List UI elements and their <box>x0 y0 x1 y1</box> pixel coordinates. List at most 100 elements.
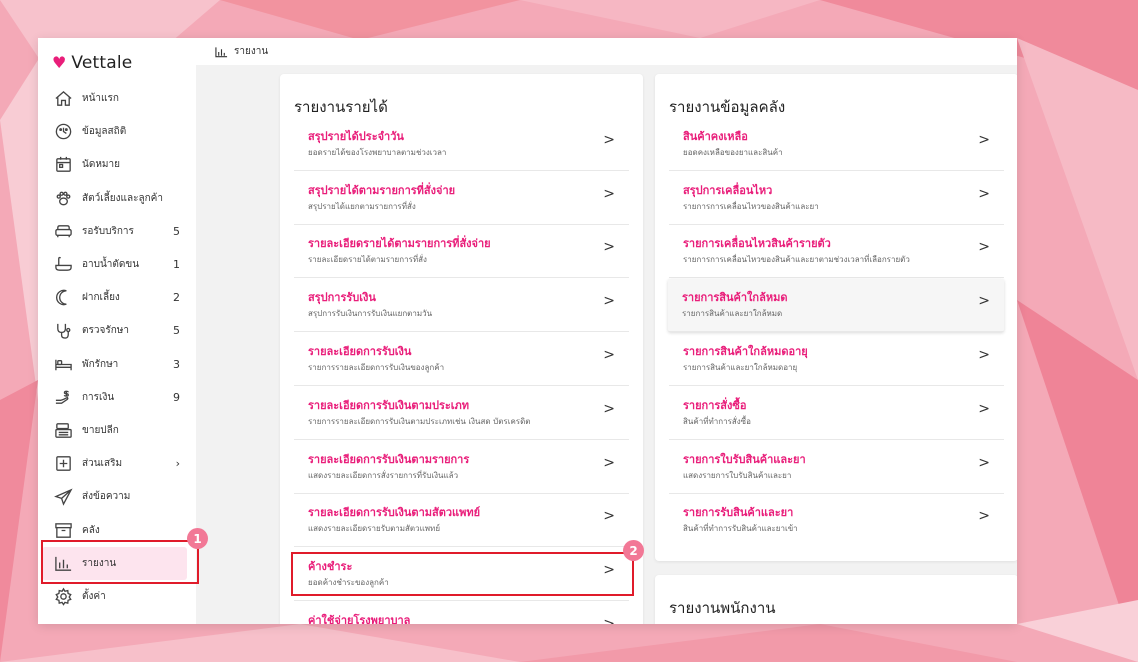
chevron-right-icon: > <box>603 132 615 148</box>
sidebar-item-label: สัตว์เลี้ยงและลูกค้า <box>82 192 163 204</box>
chevron-right-icon: > <box>603 616 615 624</box>
bar-chart-icon <box>53 553 73 573</box>
row-subtitle: ยอดรายได้ของโรงพยาบาลตามช่วงเวลา <box>308 148 447 157</box>
row-title: รายการสินค้าใกล้หมดอายุ <box>683 345 808 358</box>
report-row-payment-by-type[interactable]: รายละเอียดการรับเงินตามประเภท รายการรายล… <box>294 387 629 440</box>
card-title: รายงานพนักงาน <box>669 599 776 617</box>
report-row-purchase-orders[interactable]: รายการสั่งซื้อ สินค้าที่ทำการสั่งซื้อ > <box>669 387 1004 440</box>
sidebar-item-label: ตรวจรักษา <box>82 325 129 337</box>
row-title: รายการสินค้าใกล้หมด <box>682 291 788 304</box>
chevron-right-icon: > <box>603 562 615 578</box>
report-row-stock-balance[interactable]: สินค้าคงเหลือ ยอดคงเหลือของยาและสินค้า > <box>669 118 1004 171</box>
count-badge: 5 <box>173 324 180 338</box>
send-icon <box>53 487 73 507</box>
chevron-right-icon: > <box>978 455 990 471</box>
chevron-right-icon: > <box>978 293 990 309</box>
chevron-right-icon: > <box>978 239 990 255</box>
report-row-item-movement[interactable]: รายการเคลื่อนไหวสินค้ารายตัว รายการการเค… <box>669 225 1004 278</box>
sidebar-item-pets-customers[interactable]: สัตว์เลี้ยงและลูกค้า <box>38 182 196 215</box>
row-title: รายการสั่งซื้อ <box>683 399 747 412</box>
plus-box-icon <box>53 454 73 474</box>
sidebar-item-label: ตั้งค่า <box>82 590 106 602</box>
report-row-movement-summary[interactable]: สรุปการเคลื่อนไหว รายการการเคลื่อนไหวของ… <box>669 172 1004 225</box>
home-icon <box>53 89 73 109</box>
report-row-goods-received[interactable]: รายการรับสินค้าและยา สินค้าที่ทำการรับสิ… <box>669 494 1004 547</box>
sidebar-item-appointments[interactable]: นัดหมาย <box>38 148 196 181</box>
row-subtitle: รายการการเคลื่อนไหวของสินค้าและยา <box>683 202 819 211</box>
chevron-right-icon: > <box>978 347 990 363</box>
sidebar-item-inpatient[interactable]: พักรักษา 3 <box>38 348 196 381</box>
bar-chart-icon <box>215 46 228 57</box>
calendar-icon <box>53 155 73 175</box>
chevron-right-icon: › <box>175 457 180 471</box>
sidebar-item-grooming[interactable]: อาบน้ำตัดขน 1 <box>38 248 196 281</box>
sidebar-item-home[interactable]: หน้าแรก <box>38 82 196 115</box>
report-row-receipts[interactable]: รายการใบรับสินค้าและยา แสดงรายการใบรับสิ… <box>669 441 1004 494</box>
row-title: สรุปการรับเงิน <box>308 291 376 304</box>
chevron-right-icon: > <box>603 347 615 363</box>
card-title: รายงานข้อมูลคลัง <box>669 98 786 116</box>
row-subtitle: สินค้าที่ทำการรับสินค้าและยาเข้า <box>683 524 798 533</box>
sofa-icon <box>53 221 73 241</box>
sidebar: ♥ Vettale หน้าแรก ข้อมูลสถิติ นัดหมาย สั… <box>38 38 196 624</box>
report-row-daily-income[interactable]: สรุปรายได้ประจำวัน ยอดรายได้ของโรงพยาบาล… <box>294 118 629 171</box>
report-row-payment-detail[interactable]: รายละเอียดการรับเงิน รายการรายละเอียดการ… <box>294 333 629 386</box>
cash-register-icon <box>53 420 73 440</box>
row-title: สรุปรายได้ตามรายการที่สั่งจ่าย <box>308 184 456 197</box>
sidebar-item-settings[interactable]: ตั้งค่า <box>38 580 196 613</box>
report-row-income-detail-by-item[interactable]: รายละเอียดรายได้ตามรายการที่สั่งจ่าย ราย… <box>294 225 629 278</box>
chevron-right-icon: > <box>603 293 615 309</box>
row-title: รายการรับสินค้าและยา <box>683 506 794 519</box>
card-title: รายงานรายได้ <box>294 98 388 116</box>
sidebar-item-label: ข้อมูลสถิติ <box>82 126 127 138</box>
sidebar-item-label: ฝากเลี้ยง <box>82 292 120 304</box>
row-subtitle: รายการรายละเอียดการรับเงินตามประเภทเช่น … <box>308 417 531 426</box>
row-subtitle: รายการสินค้าและยาใกล้หมดอายุ <box>683 363 798 372</box>
sidebar-item-boarding[interactable]: ฝากเลี้ยง 2 <box>38 281 196 314</box>
sidebar-item-addons[interactable]: ส่วนเสริม › <box>38 447 196 480</box>
report-row-hospital-expenses[interactable]: ค่าใช้จ่ายโรงพยาบาล > <box>294 602 629 624</box>
sidebar-item-finance[interactable]: การเงิน 9 <box>38 381 196 414</box>
sidebar-item-reports[interactable]: รายงาน <box>42 546 187 580</box>
sidebar-item-retail[interactable]: ขายปลีก <box>38 414 196 447</box>
report-row-low-stock[interactable]: รายการสินค้าใกล้หมด รายการสินค้าและยาใกล… <box>668 279 1004 332</box>
report-row-payment-summary[interactable]: สรุปการรับเงิน สรุปการรับเงินการรับเงินแ… <box>294 279 629 332</box>
row-title: รายละเอียดการรับเงินตามสัตวแพทย์ <box>308 506 481 519</box>
sidebar-item-label: นัดหมาย <box>82 159 120 171</box>
app-window: ♥ Vettale หน้าแรก ข้อมูลสถิติ นัดหมาย สั… <box>38 38 1017 624</box>
paw-icon <box>53 188 73 208</box>
chevron-right-icon: > <box>978 186 990 202</box>
chevron-right-icon: > <box>603 401 615 417</box>
step-badge-1: 1 <box>187 528 208 549</box>
row-subtitle: สรุปการรับเงินการรับเงินแยกตามวัน <box>308 309 433 318</box>
bed-icon <box>53 354 73 374</box>
count-badge: 3 <box>173 357 180 371</box>
sidebar-item-label: หน้าแรก <box>82 93 119 105</box>
chevron-right-icon: > <box>978 132 990 148</box>
stethoscope-icon <box>53 321 73 341</box>
report-row-near-expiry[interactable]: รายการสินค้าใกล้หมดอายุ รายการสินค้าและย… <box>669 333 1004 386</box>
sidebar-item-messages[interactable]: ส่งข้อความ <box>38 480 196 513</box>
row-title: สรุปรายได้ประจำวัน <box>308 130 404 143</box>
sidebar-nav: หน้าแรก ข้อมูลสถิติ นัดหมาย สัตว์เลี้ยงแ… <box>38 82 196 613</box>
sidebar-item-treatment[interactable]: ตรวจรักษา 5 <box>38 314 196 347</box>
sidebar-item-label: รอรับบริการ <box>82 225 134 237</box>
sidebar-item-inventory[interactable]: คลัง <box>38 513 196 546</box>
sidebar-item-waiting[interactable]: รอรับบริการ 5 <box>38 215 196 248</box>
breadcrumb: รายงาน <box>196 38 1017 65</box>
sidebar-item-label: อาบน้ำตัดขน <box>82 259 140 271</box>
logo[interactable]: ♥ Vettale <box>52 51 132 75</box>
chevron-right-icon: > <box>603 455 615 471</box>
row-title: รายละเอียดการรับเงินตามประเภท <box>308 399 470 412</box>
report-row-income-by-item[interactable]: สรุปรายได้ตามรายการที่สั่งจ่าย สรุปรายได… <box>294 172 629 225</box>
report-row-payment-by-item[interactable]: รายละเอียดการรับเงินตามรายการ แสดงรายละเ… <box>294 441 629 494</box>
sidebar-item-stats[interactable]: ข้อมูลสถิติ <box>38 115 196 148</box>
archive-icon <box>53 520 73 540</box>
row-title: สินค้าคงเหลือ <box>683 130 748 143</box>
report-row-payment-by-vet[interactable]: รายละเอียดการรับเงินตามสัตวแพทย์ แสดงราย… <box>294 494 629 547</box>
brand-name: Vettale <box>71 53 133 73</box>
report-row-outstanding[interactable]: ค้างชำระ ยอดค้างชำระของลูกค้า > <box>294 548 629 601</box>
money-icon <box>53 387 73 407</box>
row-title: ค่าใช้จ่ายโรงพยาบาล <box>308 614 411 624</box>
gear-icon <box>53 586 73 606</box>
